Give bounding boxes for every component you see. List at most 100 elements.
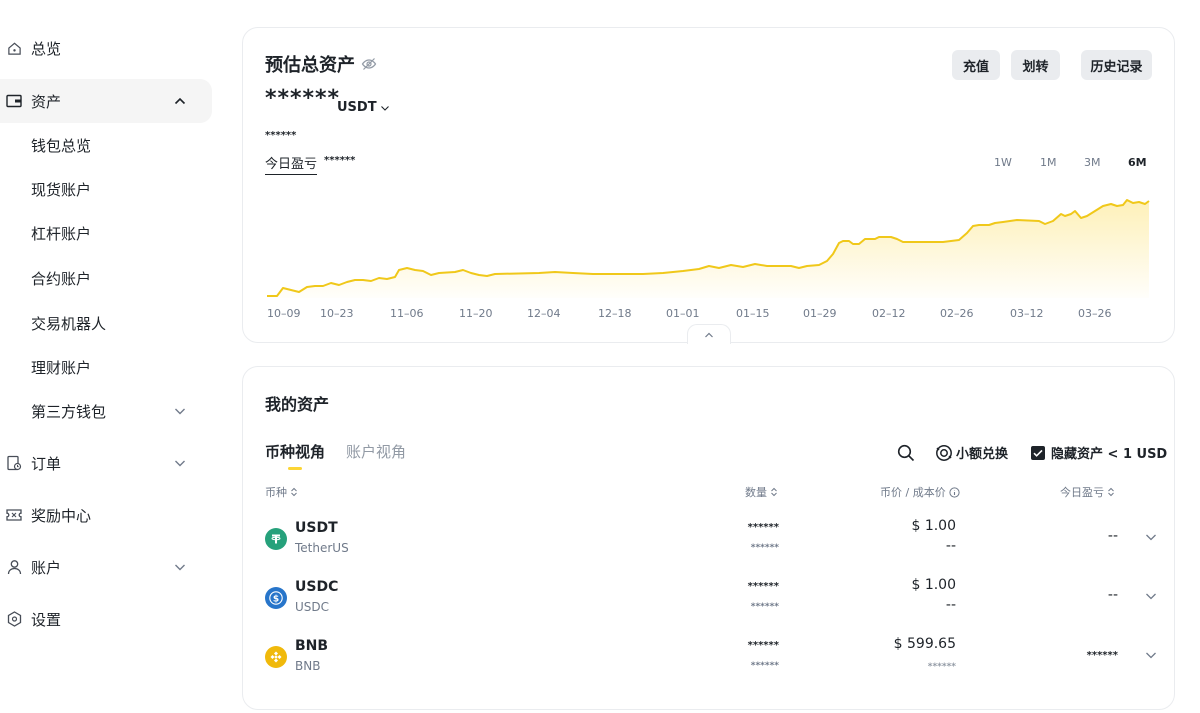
tab-by-account[interactable]: 账户视角: [346, 441, 406, 462]
chevron-down-icon[interactable]: [1144, 648, 1158, 662]
coin-symbol: USDC: [295, 579, 339, 595]
coin-name: BNB: [295, 659, 321, 673]
sidebar-item-label: 杠杆账户: [31, 224, 92, 243]
convert-icon: [936, 444, 952, 461]
sidebar-item-label: 交易机器人: [31, 314, 107, 333]
sort-icon: [1108, 487, 1114, 497]
sidebar-item-orders[interactable]: 订单: [0, 441, 212, 485]
sidebar-item-label: 资产: [31, 92, 62, 111]
sidebar-item-label: 现货账户: [31, 180, 92, 199]
sidebar-item-third-party-wallet[interactable]: 第三方钱包: [0, 389, 212, 433]
active-tab-indicator: [288, 467, 302, 470]
sidebar-item-futures[interactable]: 合约账户: [0, 256, 212, 300]
small-convert-label: 小额兑换: [956, 447, 1009, 462]
my-assets-title: 我的资产: [265, 395, 330, 414]
sidebar-item-settings[interactable]: 设置: [0, 597, 212, 641]
coin-symbol: USDT: [295, 520, 338, 536]
coin-symbol: BNB: [295, 638, 329, 654]
sidebar-item-spot[interactable]: 现货账户: [0, 167, 212, 211]
reward-icon: [6, 507, 22, 523]
coin-name: TetherUS: [295, 541, 349, 555]
info-icon[interactable]: [949, 486, 960, 498]
sidebar-item-rewards[interactable]: 奖励中心: [0, 493, 212, 537]
tab-by-coin[interactable]: 币种视角: [265, 441, 325, 462]
chevron-down-icon: [175, 460, 185, 467]
chevron-down-icon: [175, 564, 185, 571]
search-icon[interactable]: [897, 444, 915, 462]
overview-card: 预估总资产 充值 划转 历史记录 ****** USDT ****** 今日盈亏…: [242, 27, 1175, 344]
chevron-up-icon: [174, 97, 186, 105]
qty-value: ******: [747, 640, 779, 651]
sidebar-item-label: 合约账户: [31, 269, 92, 288]
table-row[interactable]: USDT TetherUS ****** ****** $ 1.00 -- --: [243, 514, 1174, 570]
settings-icon: [6, 611, 22, 627]
x-tick-label: 11–06: [390, 307, 424, 320]
table-row[interactable]: $ USDC USDC ****** ****** $ 1.00 -- --: [243, 573, 1174, 629]
pnl-value: --: [1107, 528, 1118, 544]
table-row[interactable]: BNB BNB ****** ****** $ 599.65 ****** **…: [243, 632, 1174, 688]
sidebar-item-earn[interactable]: 理财账户: [0, 345, 212, 389]
coin-name: USDC: [295, 600, 330, 614]
small-convert-button[interactable]: 小额兑换: [935, 443, 1008, 462]
sidebar-item-label: 第三方钱包: [31, 402, 107, 421]
x-tick-label: 02–12: [872, 307, 906, 320]
chevron-up-icon: [705, 332, 713, 337]
col-coin[interactable]: 币种: [265, 484, 298, 500]
sidebar-item-margin[interactable]: 杠杆账户: [0, 211, 212, 255]
collapse-chart-button[interactable]: [687, 324, 731, 344]
sidebar-item-label: 奖励中心: [31, 506, 92, 525]
col-price: 币价 / 成本价: [880, 484, 960, 500]
hide-small-assets-label: 隐藏资产 < 1 USD: [1051, 447, 1168, 462]
my-assets-card: 我的资产 币种视角 账户视角 小额兑换 隐藏资产 < 1 USD 币种 数量 币…: [242, 366, 1175, 710]
sidebar-item-trading-bots[interactable]: 交易机器人: [0, 301, 212, 345]
svg-text:$: $: [273, 595, 279, 605]
price-value: $ 599.65: [893, 636, 956, 652]
sidebar-item-overview[interactable]: 总览: [0, 26, 212, 70]
qty-value: ******: [747, 522, 779, 533]
sidebar-item-account[interactable]: 账户: [0, 545, 212, 589]
qty-value-secondary: ******: [750, 543, 779, 553]
cost-value: --: [945, 538, 956, 554]
user-icon: [6, 559, 22, 575]
sidebar-item-label: 理财账户: [31, 358, 92, 377]
col-price-label: 币价 / 成本价: [880, 486, 946, 499]
hide-small-assets-checkbox[interactable]: 隐藏资产 < 1 USD: [1031, 443, 1167, 462]
x-tick-label: 01–01: [666, 307, 700, 320]
col-pnl-label: 今日盈亏: [1060, 486, 1104, 499]
asset-trend-chart: [267, 199, 1150, 298]
qty-value: ******: [747, 581, 779, 592]
sidebar-item-label: 账户: [31, 558, 62, 577]
x-tick-label: 03–12: [1010, 307, 1044, 320]
sidebar-item-label: 钱包总览: [31, 136, 92, 155]
cost-value: ******: [927, 662, 956, 672]
sidebar-item-label: 设置: [31, 610, 62, 629]
sidebar-item-assets[interactable]: 资产: [0, 79, 212, 123]
home-icon: [6, 40, 22, 56]
x-tick-label: 01–15: [736, 307, 770, 320]
sort-icon: [291, 487, 297, 497]
qty-value-secondary: ******: [750, 602, 779, 612]
chevron-down-icon: [175, 408, 185, 415]
x-tick-label: 01–29: [803, 307, 837, 320]
chevron-down-icon[interactable]: [1144, 589, 1158, 603]
col-pnl[interactable]: 今日盈亏: [1060, 484, 1115, 500]
price-value: $ 1.00: [911, 518, 956, 534]
x-tick-label: 12–04: [527, 307, 561, 320]
chart-area-fill: [267, 200, 1149, 298]
orders-icon: [6, 455, 22, 471]
col-qty-label: 数量: [745, 486, 767, 499]
usdt-coin-icon: [265, 528, 287, 550]
cost-value: --: [945, 597, 956, 613]
sidebar-item-label: 总览: [31, 39, 62, 58]
chevron-down-icon[interactable]: [1144, 530, 1158, 544]
pnl-value: ******: [1086, 650, 1118, 661]
price-value: $ 1.00: [911, 577, 956, 593]
x-tick-label: 02–26: [940, 307, 974, 320]
usdc-coin-icon: $: [265, 587, 287, 609]
wallet-icon: [6, 93, 22, 109]
x-tick-label: 10–09: [267, 307, 301, 320]
col-qty[interactable]: 数量: [745, 484, 778, 500]
sidebar-item-wallet-overview[interactable]: 钱包总览: [0, 123, 212, 167]
sidebar-item-label: 订单: [31, 454, 62, 473]
checkbox-checked-icon: [1031, 445, 1045, 460]
